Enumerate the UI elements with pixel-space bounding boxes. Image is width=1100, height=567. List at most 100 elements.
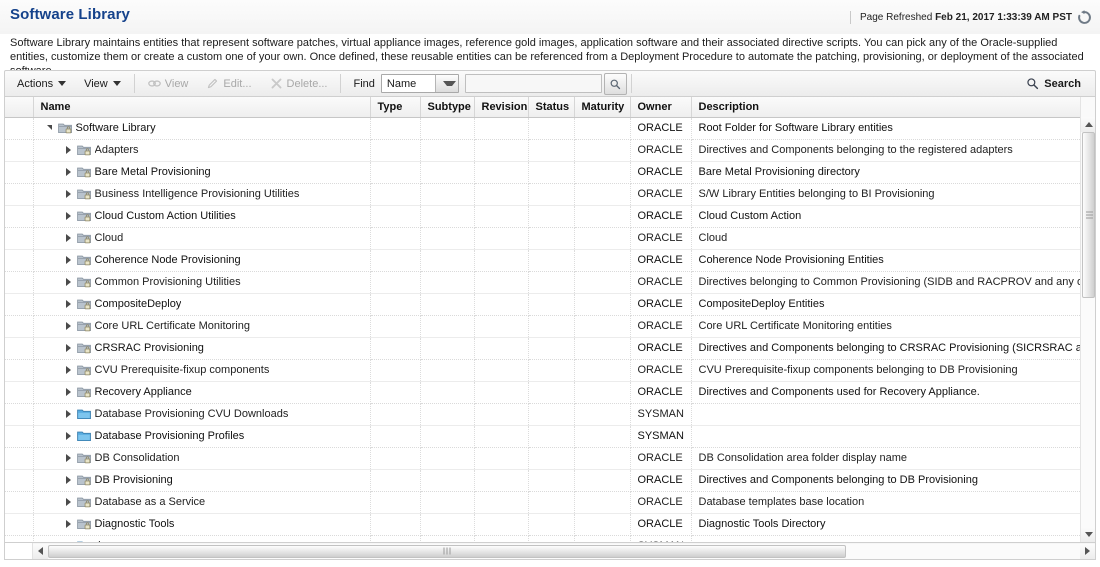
table-row[interactable]: Diagnostic Tools ORACLE Diagnostic Tools D… — [5, 513, 1082, 536]
table-row[interactable]: DB Consolidation ORACLE DB Consolidation a… — [5, 447, 1082, 470]
table-row[interactable]: CompositeDeploy ORACLE CompositeDeploy Ent… — [5, 293, 1082, 316]
find-input[interactable] — [464, 74, 602, 93]
row-select-cell[interactable] — [5, 183, 34, 206]
table-row[interactable]: Cloud Custom Action Utilities ORACLE Cloud… — [5, 205, 1082, 228]
row-select-cell[interactable] — [5, 337, 34, 360]
tree-expand-icon[interactable] — [63, 277, 74, 288]
tree-expand-icon[interactable] — [63, 431, 74, 442]
tree-expand-icon[interactable] — [63, 475, 74, 486]
column-header-type[interactable]: Type — [370, 97, 421, 118]
row-select-cell[interactable] — [5, 381, 34, 404]
cell-name[interactable]: Bare Metal Provisioning — [33, 161, 371, 184]
column-header-maturity[interactable]: Maturity — [574, 97, 631, 118]
cell-name[interactable]: Diagnostic Tools — [33, 513, 371, 536]
row-select-cell[interactable] — [5, 227, 34, 250]
horizontal-scrollbar-track[interactable] — [48, 543, 1080, 559]
cell-name[interactable]: Adapters — [33, 139, 371, 162]
row-select-cell[interactable] — [5, 513, 34, 536]
scroll-up-icon[interactable] — [1081, 117, 1095, 132]
tree-expand-icon[interactable] — [63, 299, 74, 310]
column-header-description[interactable]: Description — [691, 97, 1082, 118]
cell-name[interactable]: CVU Prerequisite-fixup components — [33, 359, 371, 382]
table-row[interactable]: Coherence Node Provisioning ORACLE Coheren… — [5, 249, 1082, 272]
refresh-icon[interactable] — [1077, 10, 1092, 25]
row-select-cell[interactable] — [5, 491, 34, 514]
cell-name[interactable]: CompositeDeploy — [33, 293, 371, 316]
view-menu[interactable]: View — [75, 71, 130, 96]
row-select-cell[interactable] — [5, 535, 34, 542]
chevron-down-icon[interactable] — [434, 75, 458, 92]
vertical-scrollbar-track[interactable] — [1081, 132, 1095, 527]
table-row[interactable]: Software Library ORACLE Root Folder for So… — [5, 117, 1082, 140]
table-row[interactable]: DB Provisioning ORACLE Directives and Comp… — [5, 469, 1082, 492]
tree-expand-icon[interactable] — [63, 365, 74, 376]
row-select-cell[interactable] — [5, 447, 34, 470]
row-select-cell[interactable] — [5, 139, 34, 162]
scroll-right-icon[interactable] — [1080, 543, 1095, 559]
cell-name[interactable]: Core URL Certificate Monitoring — [33, 315, 371, 338]
delete-button[interactable]: Delete... — [261, 71, 337, 96]
column-header-owner[interactable]: Owner — [630, 97, 692, 118]
actions-menu[interactable]: Actions — [5, 71, 75, 96]
tree-collapse-icon[interactable] — [44, 123, 55, 134]
table-row[interactable]: Adapters ORACLE Directives and Components … — [5, 139, 1082, 162]
table-row[interactable]: Database Provisioning Profiles SYSMAN — [5, 425, 1082, 448]
cell-name[interactable]: Database Provisioning CVU Downloads — [33, 403, 371, 426]
table-row[interactable]: dummy SYSMAN — [5, 535, 1082, 542]
search-button[interactable]: Search — [1026, 77, 1095, 90]
cell-name[interactable]: Database Provisioning Profiles — [33, 425, 371, 448]
tree-expand-icon[interactable] — [63, 343, 74, 354]
table-row[interactable]: Common Provisioning Utilities ORACLE Direc… — [5, 271, 1082, 294]
cell-name[interactable]: Recovery Appliance — [33, 381, 371, 404]
tree-expand-icon[interactable] — [63, 453, 74, 464]
table-row[interactable]: Business Intelligence Provisioning Utili… — [5, 183, 1082, 206]
row-select-cell[interactable] — [5, 425, 34, 448]
cell-name[interactable]: CRSRAC Provisioning — [33, 337, 371, 360]
cell-name[interactable]: Common Provisioning Utilities — [33, 271, 371, 294]
view-button[interactable]: View — [139, 71, 198, 96]
row-select-cell[interactable] — [5, 249, 34, 272]
cell-name[interactable]: Business Intelligence Provisioning Utili… — [33, 183, 371, 206]
cell-name[interactable]: Coherence Node Provisioning — [33, 249, 371, 272]
cell-name[interactable]: dummy — [33, 535, 371, 542]
row-select-cell[interactable] — [5, 161, 34, 184]
find-go-button[interactable] — [603, 72, 627, 95]
row-select-cell[interactable] — [5, 315, 34, 338]
tree-expand-icon[interactable] — [63, 519, 74, 530]
cell-name[interactable]: Cloud Custom Action Utilities — [33, 205, 371, 228]
row-select-cell[interactable] — [5, 359, 34, 382]
tree-expand-icon[interactable] — [63, 321, 74, 332]
vertical-scrollbar-thumb[interactable] — [1082, 132, 1095, 298]
row-select-cell[interactable] — [5, 271, 34, 294]
cell-name[interactable]: Software Library — [33, 117, 371, 140]
table-row[interactable]: Bare Metal Provisioning ORACLE Bare Metal … — [5, 161, 1082, 184]
scroll-left-icon[interactable] — [33, 543, 48, 559]
table-row[interactable]: Database Provisioning CVU Downloads SYSMA… — [5, 403, 1082, 426]
edit-button[interactable]: Edit... — [197, 71, 260, 96]
table-row[interactable]: CRSRAC Provisioning ORACLE Directives and … — [5, 337, 1082, 360]
tree-expand-icon[interactable] — [63, 145, 74, 156]
tree-expand-icon[interactable] — [63, 233, 74, 244]
cell-name[interactable]: DB Consolidation — [33, 447, 371, 470]
tree-expand-icon[interactable] — [63, 497, 74, 508]
horizontal-scrollbar-thumb[interactable] — [48, 544, 846, 558]
cell-name[interactable]: Database as a Service — [33, 491, 371, 514]
row-select-cell[interactable] — [5, 293, 34, 316]
scroll-down-icon[interactable] — [1081, 527, 1095, 542]
table-row[interactable]: Database as a Service ORACLE Database temp… — [5, 491, 1082, 514]
column-header-subtype[interactable]: Subtype — [420, 97, 475, 118]
column-header-status[interactable]: Status — [528, 97, 575, 118]
row-select-cell[interactable] — [5, 469, 34, 492]
table-row[interactable]: Core URL Certificate Monitoring ORACLE Cor… — [5, 315, 1082, 338]
row-select-cell[interactable] — [5, 117, 34, 140]
row-select-cell[interactable] — [5, 403, 34, 426]
cell-name[interactable]: Cloud — [33, 227, 371, 250]
table-row[interactable]: Recovery Appliance ORACLE Directives and C… — [5, 381, 1082, 404]
table-row[interactable]: Cloud ORACLE Cloud — [5, 227, 1082, 250]
tree-expand-icon[interactable] — [63, 189, 74, 200]
tree-expand-icon[interactable] — [63, 167, 74, 178]
row-select-cell[interactable] — [5, 205, 34, 228]
find-field-select[interactable]: Name — [380, 74, 459, 93]
tree-expand-icon[interactable] — [63, 409, 74, 420]
column-header-name[interactable]: Name — [33, 97, 371, 118]
